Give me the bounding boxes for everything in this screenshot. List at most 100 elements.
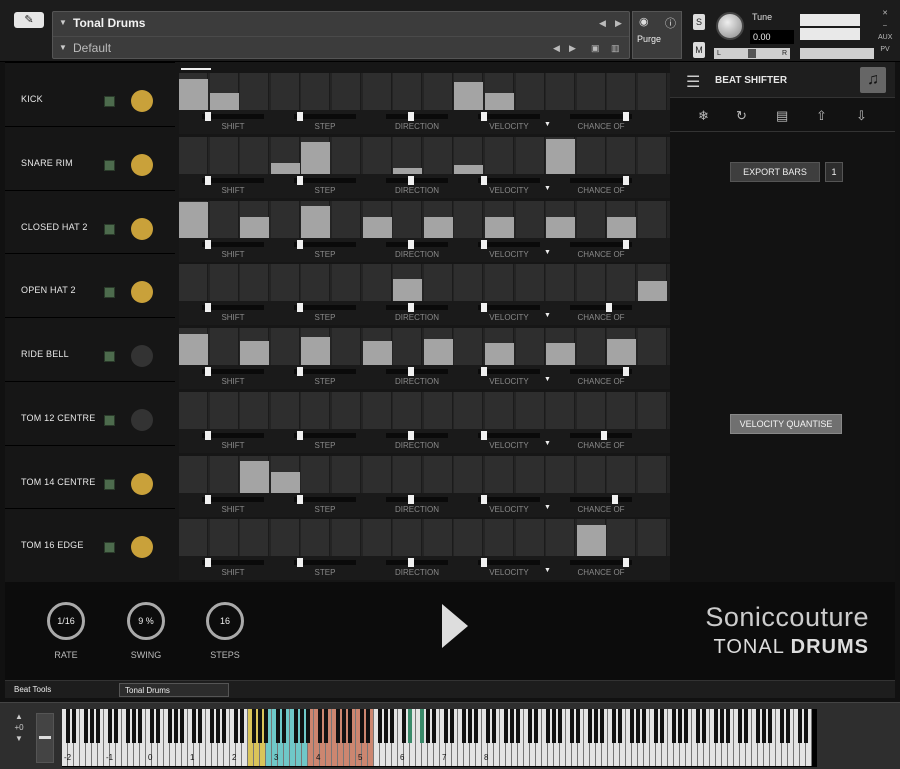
black-key[interactable] [714, 709, 718, 743]
prev-instrument-icon[interactable]: ◀ [599, 12, 606, 34]
step-cell[interactable] [485, 455, 514, 493]
step-cell[interactable] [209, 455, 239, 493]
black-key[interactable] [84, 709, 88, 743]
preset-name[interactable]: Default [73, 41, 111, 55]
black-key[interactable] [462, 709, 466, 743]
step-cell[interactable] [179, 391, 208, 429]
step-slider[interactable] [294, 303, 356, 313]
step-cell[interactable] [301, 391, 331, 429]
shift-slider-handle[interactable] [204, 494, 211, 504]
velocity-bar[interactable] [546, 217, 576, 238]
black-key[interactable] [156, 709, 160, 743]
chance-slider[interactable] [570, 303, 632, 313]
step-cell[interactable] [576, 73, 606, 110]
step-cell[interactable] [179, 264, 208, 302]
velocity-bar[interactable] [546, 342, 576, 365]
step-cell[interactable] [362, 328, 392, 365]
purge-button[interactable]: Purge [637, 34, 661, 44]
chance-slider-handle[interactable] [623, 239, 630, 249]
track-trigger-button[interactable] [131, 153, 153, 176]
velocity-bar[interactable] [240, 461, 270, 493]
download-icon[interactable]: ⇩ [856, 108, 867, 124]
shift-slider[interactable] [202, 558, 264, 568]
black-key[interactable] [720, 709, 724, 743]
close-icon[interactable]: ✕ [878, 8, 892, 20]
step-cell[interactable] [638, 391, 667, 429]
piano-keyboard[interactable]: -2 -1 0 1 2 3 4 5 6 7 8 [62, 709, 817, 767]
track-mute-toggle[interactable] [104, 223, 115, 235]
step-cell[interactable] [485, 519, 514, 557]
black-key[interactable] [402, 709, 406, 743]
black-key[interactable] [636, 709, 640, 743]
shift-slider[interactable] [202, 112, 264, 121]
preset-menu-icon[interactable]: ▼ [59, 37, 67, 59]
track-trigger-button[interactable] [131, 281, 153, 304]
step-cell[interactable] [485, 328, 514, 365]
octave-control[interactable]: ▲ +0 ▼ [8, 711, 30, 744]
direction-slider[interactable] [386, 558, 448, 568]
step-cell[interactable] [362, 136, 392, 174]
step-cell[interactable] [423, 264, 453, 302]
wrench-icon[interactable]: ✎ [14, 12, 44, 28]
step-cell[interactable] [179, 455, 208, 493]
shift-slider[interactable] [202, 367, 264, 376]
black-key[interactable] [738, 709, 742, 743]
instrument-title[interactable]: Tonal Drums [73, 16, 145, 30]
step-cell[interactable] [393, 519, 423, 557]
step-cell[interactable] [576, 200, 606, 238]
step-cell[interactable] [454, 200, 484, 238]
chance-slider-handle[interactable] [623, 558, 630, 568]
black-key[interactable] [378, 709, 382, 743]
step-slider[interactable] [294, 175, 356, 185]
step-cell[interactable] [332, 328, 361, 365]
step-cell[interactable] [332, 519, 361, 557]
shift-slider-handle[interactable] [204, 239, 211, 249]
step-cell[interactable] [362, 455, 392, 493]
info-icon[interactable]: ⓘ [665, 15, 676, 31]
step-cell[interactable] [240, 136, 270, 174]
step-cell[interactable] [638, 200, 667, 238]
upload-icon[interactable]: ⇧ [816, 108, 827, 124]
black-key[interactable] [390, 709, 394, 743]
black-key[interactable] [756, 709, 760, 743]
black-key[interactable] [474, 709, 478, 743]
chance-slider-handle[interactable] [600, 430, 607, 440]
shift-slider[interactable] [202, 175, 264, 185]
black-key[interactable] [222, 709, 226, 743]
velocity-bar[interactable] [301, 337, 331, 365]
black-key[interactable] [432, 709, 436, 743]
velocity-slider-handle[interactable] [480, 303, 487, 313]
velocity-bar[interactable] [546, 138, 576, 174]
black-key[interactable] [630, 709, 634, 743]
black-key[interactable] [114, 709, 118, 743]
step-cell[interactable] [393, 391, 423, 429]
next-instrument-icon[interactable]: ▶ [615, 12, 622, 34]
velocity-bar[interactable] [209, 93, 239, 110]
step-cell[interactable] [270, 328, 300, 365]
black-key[interactable] [798, 709, 802, 743]
step-cell[interactable] [179, 328, 208, 365]
step-cell[interactable] [515, 73, 545, 110]
direction-slider-handle[interactable] [408, 494, 415, 504]
track-mute-toggle[interactable] [104, 478, 115, 490]
black-key[interactable] [450, 709, 454, 743]
step-slider[interactable] [294, 112, 356, 121]
black-key[interactable] [678, 709, 682, 743]
velocity-slider[interactable] [478, 367, 540, 376]
aux-label[interactable]: AUX [878, 32, 892, 44]
octave-up-icon[interactable]: ▲ [8, 711, 30, 722]
direction-slider[interactable] [386, 367, 448, 376]
black-key[interactable] [642, 709, 646, 743]
black-key[interactable] [324, 709, 328, 743]
black-key[interactable] [408, 709, 412, 743]
solo-button[interactable]: S [693, 14, 705, 30]
step-cell[interactable] [209, 519, 239, 557]
step-slider-handle[interactable] [296, 112, 303, 121]
step-cell[interactable] [515, 519, 545, 557]
velocity-bar[interactable] [240, 340, 270, 365]
shift-slider-handle[interactable] [204, 558, 211, 568]
velocity-slider-handle[interactable] [480, 239, 487, 249]
step-cell[interactable] [301, 73, 331, 110]
step-cell[interactable] [638, 73, 667, 110]
step-cell[interactable] [240, 200, 270, 238]
